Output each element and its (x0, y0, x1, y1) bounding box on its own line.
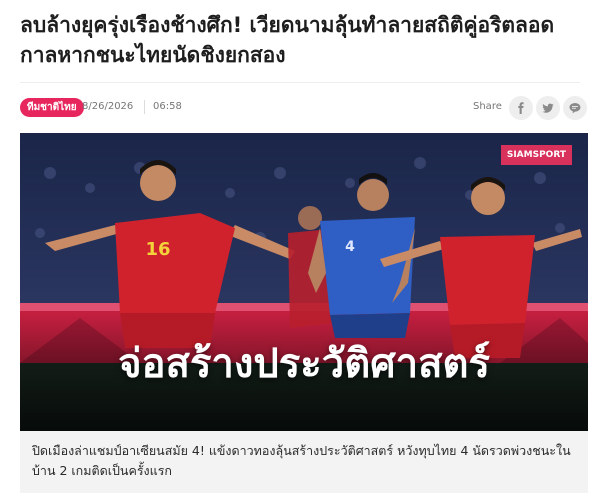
share-label: Share (473, 101, 502, 112)
publish-time: 06:58 (153, 101, 182, 112)
facebook-icon (518, 102, 524, 114)
jersey-number-left: 16 (145, 239, 170, 260)
twitter-icon (542, 103, 554, 113)
twitter-share-button[interactable] (536, 96, 560, 120)
article-meta: ทีมชาติไทย 8/26/2026 06:58 Share (20, 95, 587, 121)
meta-separator (144, 100, 145, 114)
hero-overlay-text: จ่อสร้างประวัติศาสตร์ (118, 341, 490, 387)
article-headline: ลบล้างยุครุ่งเรืองช้างศึก! เวียดนามลุ้นท… (20, 13, 555, 67)
jersey-number-center: 4 (345, 239, 355, 255)
hero-image[interactable]: 16 4 SIAMSPORT จ่อสร้างประวัติศาสตร์ (20, 133, 588, 431)
facebook-share-button[interactable] (509, 96, 533, 120)
category-tag[interactable]: ทีมชาติไทย (20, 98, 84, 117)
line-icon (569, 103, 581, 114)
article-summary: ปิดเมืองล่าแชมป์อาเซียนสมัย 4! แข้งดาวทอ… (20, 431, 588, 493)
publish-date: 8/26/2026 (82, 101, 134, 112)
siamsport-watermark: SIAMSPORT (500, 145, 572, 165)
line-share-button[interactable] (563, 96, 587, 120)
divider (20, 82, 580, 83)
